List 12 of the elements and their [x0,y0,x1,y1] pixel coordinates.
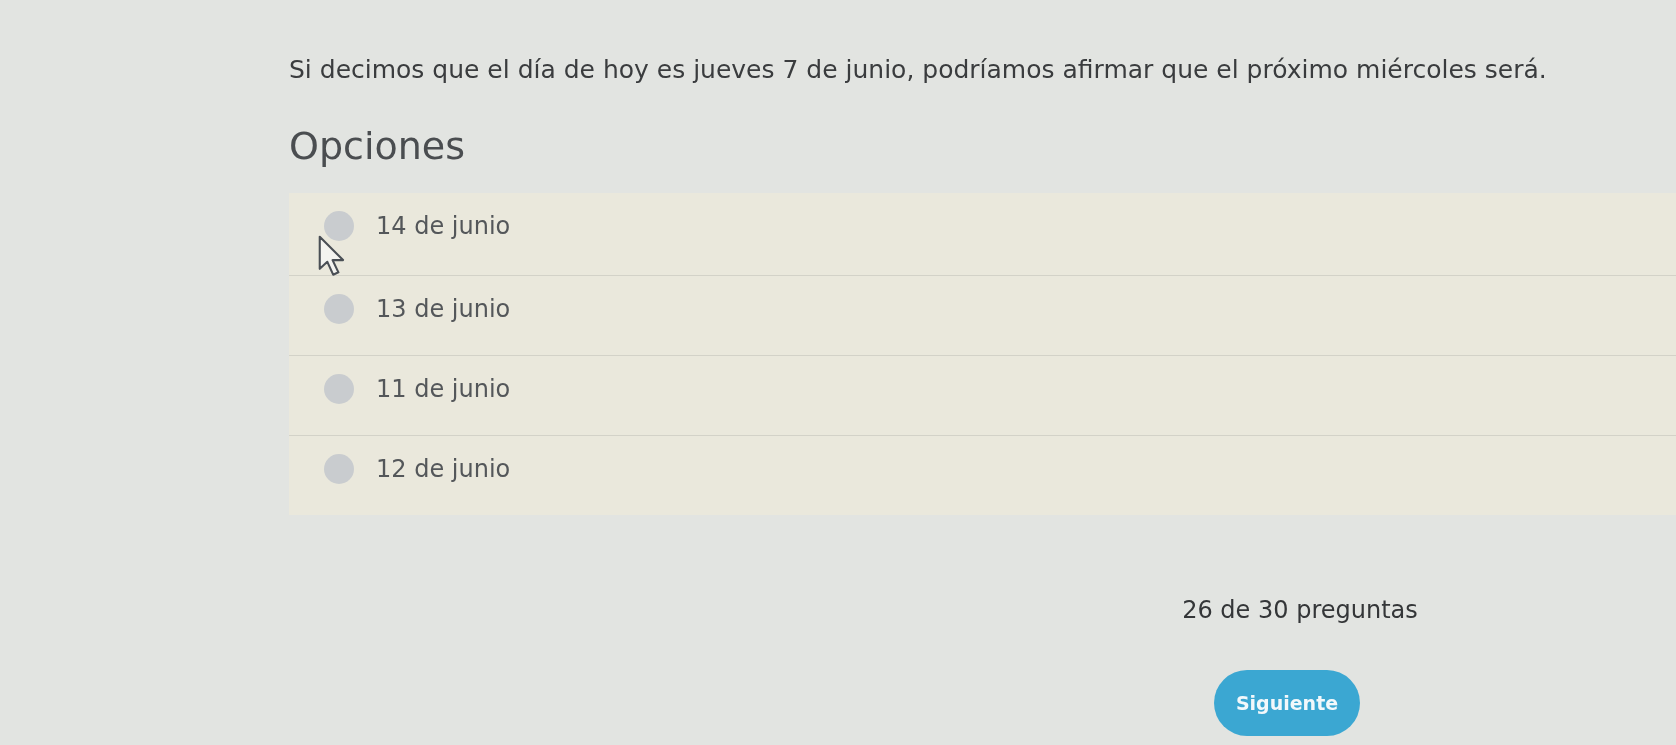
option-label[interactable]: 11 de junio [376,374,511,404]
option-label[interactable]: 12 de junio [376,454,511,484]
question-counter: 26 de 30 preguntas [1182,595,1418,625]
option-label[interactable]: 13 de junio [376,294,511,324]
radio-button[interactable] [324,211,354,241]
radio-button[interactable] [324,374,354,404]
option-label[interactable]: 14 de junio [376,211,511,241]
section-heading: Opciones [289,124,465,168]
radio-button[interactable] [324,294,354,324]
question-text: Si decimos que el día de hoy es jueves 7 de junio, podríamos afirmar que el próximo miércoles será. [289,55,1547,85]
mouse-pointer-icon [318,235,346,277]
radio-button[interactable] [324,454,354,484]
